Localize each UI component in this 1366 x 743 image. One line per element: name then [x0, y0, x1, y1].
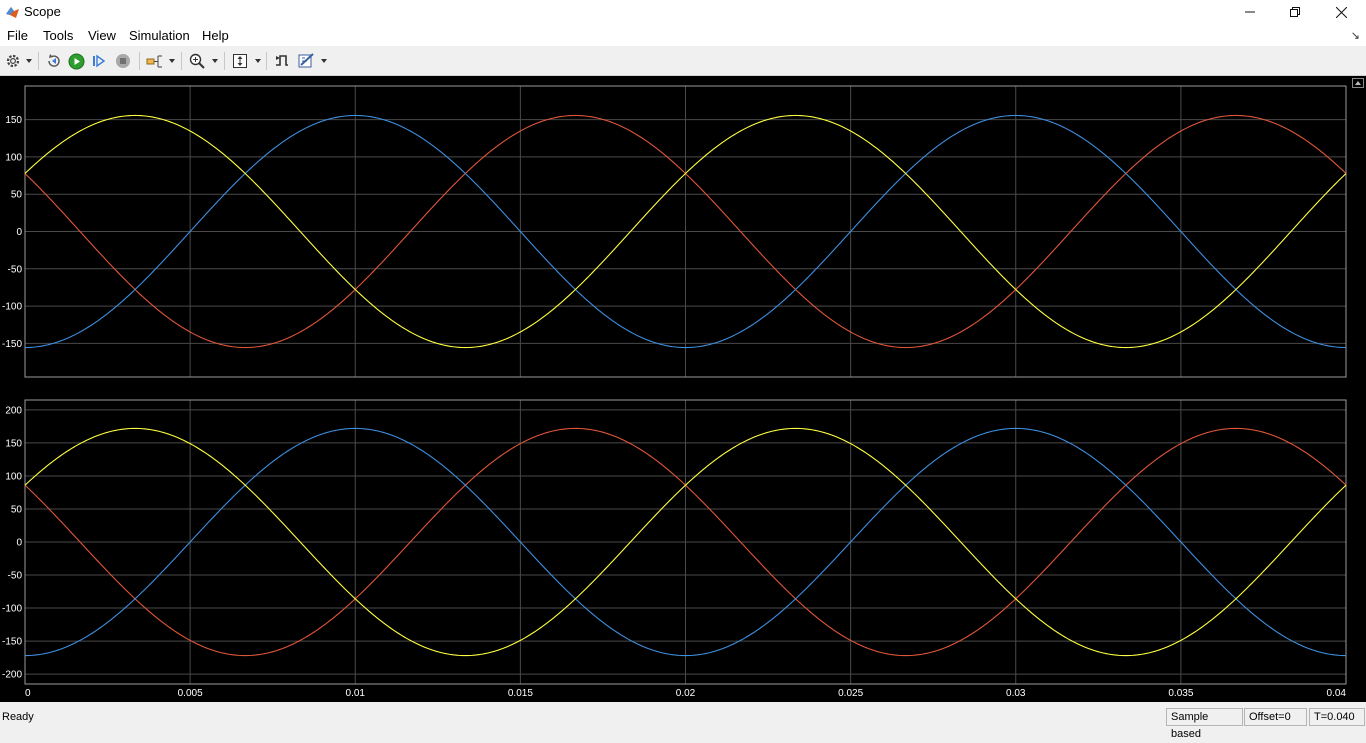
y-tick-label: -100: [2, 302, 22, 313]
y-tick-label: 100: [5, 152, 22, 163]
run-icon[interactable]: [68, 52, 85, 70]
scope-plots[interactable]: 150 100 50 0 -50 -100 -150 200 150 100 50 0 -50 -100 -…: [0, 76, 1366, 702]
x-tick-label: 0.02: [676, 688, 696, 699]
triggers-icon[interactable]: [274, 52, 290, 70]
toolbar-separator: [266, 52, 267, 70]
menu-tools[interactable]: Tools: [43, 28, 73, 43]
y-tick-label: 200: [5, 405, 22, 416]
toolbar-separator: [139, 52, 140, 70]
y-tick-label: 150: [5, 115, 22, 126]
x-tick-label: 0.005: [178, 688, 203, 699]
axes-panel-2: 200150100500-50-100-150-2000 0.005 0.01 0.0…: [2, 399, 1347, 699]
expand-toolstrip-icon[interactable]: [1352, 78, 1364, 88]
restore-button[interactable]: [1272, 0, 1318, 24]
measurements-icon[interactable]: [298, 52, 316, 70]
menu-file[interactable]: File: [7, 28, 28, 43]
close-button[interactable]: [1318, 0, 1364, 24]
configuration-gear-icon[interactable]: [5, 52, 21, 70]
y-tick-label: 50: [11, 190, 23, 201]
x-tick-label: 0.015: [508, 688, 533, 699]
menu-bar: File Tools View Simulation Help ↘: [0, 24, 1366, 46]
y-tick-label: -200: [2, 670, 22, 681]
x-tick-label: 0.01: [346, 688, 366, 699]
matlab-app-icon: [5, 4, 20, 19]
axes-panel-1: 150 100 50 0 -50 -100 -150: [2, 85, 1347, 378]
menu-simulation[interactable]: Simulation: [129, 28, 190, 43]
toolbar-separator: [181, 52, 182, 70]
signal-select-caret[interactable]: [169, 59, 175, 63]
config-dropdown-caret[interactable]: [26, 59, 32, 63]
window-title: Scope: [24, 4, 61, 19]
x-tick-label: 0: [25, 688, 31, 699]
toolbar: [0, 47, 1366, 76]
y-tick-label: -50: [8, 571, 23, 582]
x-tick-label: 0.035: [1168, 688, 1193, 699]
measurements-dropdown-caret[interactable]: [321, 59, 327, 63]
time-indicator: T=0.040: [1309, 708, 1365, 726]
autoscale-dropdown-caret[interactable]: [255, 59, 261, 63]
x-tick-label: 0.04: [1327, 688, 1347, 699]
title-bar: Scope: [0, 0, 1366, 24]
scope-display: 150 100 50 0 -50 -100 -150 200 150 100 50 0 -50 -100 -…: [0, 76, 1366, 702]
y-tick-label: -150: [2, 339, 22, 350]
step-forward-icon[interactable]: [91, 52, 107, 70]
zoom-dropdown-caret[interactable]: [212, 59, 218, 63]
undock-icon[interactable]: ↘: [1351, 29, 1360, 42]
signal-select-icon[interactable]: [146, 52, 164, 70]
step-back-icon[interactable]: [46, 52, 62, 70]
minimize-button[interactable]: [1227, 0, 1273, 24]
toolbar-separator: [38, 52, 39, 70]
y-tick-label: 0: [16, 538, 22, 549]
x-tick-label: 0.03: [1006, 688, 1026, 699]
y-tick-label: -100: [2, 604, 22, 615]
menu-view[interactable]: View: [88, 28, 116, 43]
stop-icon[interactable]: [115, 52, 131, 70]
x-tick-label: 0.025: [838, 688, 863, 699]
y-tick-label: -50: [8, 264, 23, 275]
y-tick-label: -150: [2, 637, 22, 648]
menu-help[interactable]: Help: [202, 28, 229, 43]
y-tick-label: 0: [16, 227, 22, 238]
toolbar-separator: [224, 52, 225, 70]
status-ready: Ready: [2, 711, 34, 723]
sample-mode-indicator: Sample based: [1166, 708, 1243, 740]
y-tick-label: 100: [5, 471, 22, 482]
zoom-in-icon[interactable]: [189, 52, 205, 70]
offset-indicator: Offset=0: [1244, 708, 1307, 726]
y-tick-label: 50: [11, 504, 23, 515]
status-bar: Ready Sample based Offset=0 T=0.040: [0, 706, 1366, 740]
autoscale-icon[interactable]: [232, 52, 248, 70]
y-tick-label: 150: [5, 438, 22, 449]
